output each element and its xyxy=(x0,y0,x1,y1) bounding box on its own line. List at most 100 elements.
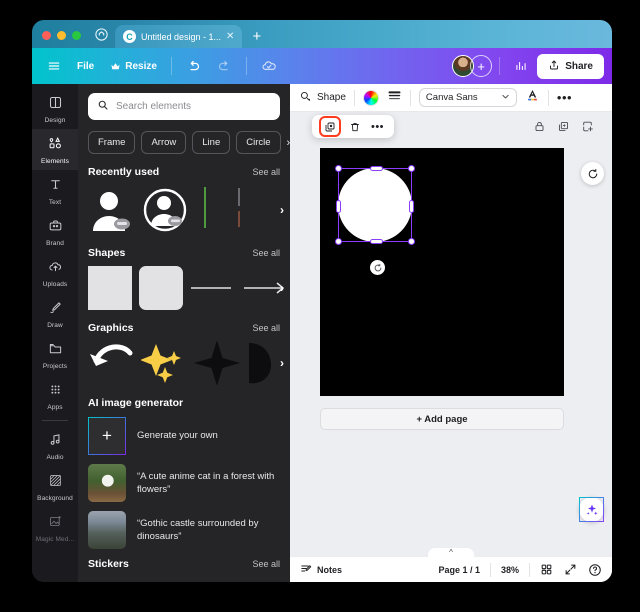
search-input[interactable]: Search elements xyxy=(88,93,280,120)
new-tab-button[interactable]: + xyxy=(242,28,271,48)
help-icon[interactable] xyxy=(588,563,602,577)
magic-sparkle-icon[interactable] xyxy=(579,497,604,522)
zoom-level[interactable]: 38% xyxy=(501,565,519,575)
ai-thumbnail-gothic-castle[interactable] xyxy=(88,511,126,549)
more-options-icon[interactable]: ••• xyxy=(368,117,387,136)
close-icon[interactable]: ✕ xyxy=(226,31,234,42)
chip-frame[interactable]: Frame xyxy=(88,131,136,154)
shape-icon xyxy=(299,90,312,106)
sidebar-item-draw[interactable]: Draw xyxy=(32,293,78,334)
sidebar-item-magic-media[interactable]: Magic Med... xyxy=(32,507,78,548)
resize-handle-bottom[interactable] xyxy=(370,239,383,244)
resize-handle-top-right[interactable] xyxy=(408,165,415,172)
close-window-button[interactable] xyxy=(42,31,51,40)
design-page[interactable] xyxy=(320,148,564,396)
shape-line[interactable] xyxy=(190,266,236,310)
shape-rounded-square[interactable] xyxy=(139,266,183,310)
text-color-A-icon[interactable] xyxy=(525,87,540,108)
trash-icon[interactable] xyxy=(345,117,364,136)
see-all-link[interactable]: See all xyxy=(252,559,280,569)
chevron-up-icon[interactable]: ^ xyxy=(428,548,474,559)
add-page-icon[interactable] xyxy=(581,120,594,138)
undo-icon[interactable] xyxy=(179,55,208,78)
resize-handle-top-left[interactable] xyxy=(335,165,342,172)
design-icon xyxy=(48,95,63,115)
panel-collapse-handle[interactable]: ‹ xyxy=(285,296,290,342)
ai-generate-your-own-row[interactable]: + Generate your own xyxy=(88,417,280,455)
see-all-link[interactable]: See all xyxy=(252,167,280,177)
resize-handle-right[interactable] xyxy=(409,200,414,213)
thumbnail-partial[interactable] xyxy=(221,185,243,235)
thumbnail-green-line[interactable] xyxy=(196,185,214,235)
resize-handle-left[interactable] xyxy=(336,200,341,213)
sidebar-item-text[interactable]: Text xyxy=(32,170,78,211)
resize-handle-top[interactable] xyxy=(370,166,383,171)
home-icon[interactable] xyxy=(91,24,111,44)
minimize-window-button[interactable] xyxy=(57,31,66,40)
sidebar-item-background[interactable]: Background xyxy=(32,466,78,507)
notes-button[interactable]: Notes xyxy=(300,563,342,577)
graphic-black-sparkle[interactable] xyxy=(194,340,240,386)
see-all-link[interactable]: See all xyxy=(252,323,280,333)
see-all-link[interactable]: See all xyxy=(252,248,280,258)
shape-button[interactable]: Shape xyxy=(299,90,346,106)
canva-header: File Resize + Share xyxy=(32,48,612,84)
sidebar-item-audio[interactable]: Audio xyxy=(32,425,78,466)
redo-icon[interactable] xyxy=(210,55,239,78)
resize-handle-bottom-left[interactable] xyxy=(335,238,342,245)
thumbnail-person-silhouette[interactable] xyxy=(88,188,135,233)
cloud-saved-icon[interactable] xyxy=(254,54,284,78)
plus-icon[interactable]: + xyxy=(88,417,126,455)
add-page-button[interactable]: + Add page xyxy=(320,408,564,430)
ai-prompt-row[interactable]: “Gothic castle surrounded by dinosaurs” xyxy=(88,511,280,549)
canvas-area: Shape Canva Sans ••• ••• + Add page ^ No… xyxy=(290,84,612,582)
chevron-right-icon[interactable]: › xyxy=(280,203,284,217)
sidebar-item-label: Design xyxy=(44,117,66,124)
rotate-icon[interactable] xyxy=(370,260,385,275)
color-wheel-icon[interactable] xyxy=(362,89,379,106)
hamburger-menu-icon[interactable] xyxy=(40,55,68,77)
page-action-icons xyxy=(533,120,594,138)
refresh-icon[interactable] xyxy=(581,162,604,185)
share-button[interactable]: Share xyxy=(537,53,604,79)
file-menu-button[interactable]: File xyxy=(70,57,101,76)
shape-square[interactable] xyxy=(88,266,132,310)
sidebar-item-design[interactable]: Design xyxy=(32,88,78,129)
chevron-right-icon[interactable]: › xyxy=(280,281,284,295)
chip-line[interactable]: Line xyxy=(192,131,231,154)
lock-icon[interactable] xyxy=(533,120,546,138)
object-toolbar: Shape Canva Sans ••• xyxy=(290,84,612,112)
maximize-window-button[interactable] xyxy=(72,31,81,40)
page-indicator[interactable]: Page 1 / 1 xyxy=(438,565,480,575)
chip-arrow[interactable]: Arrow xyxy=(141,131,187,154)
resize-button[interactable]: Resize xyxy=(103,57,164,76)
editor-stage[interactable]: ••• + Add page xyxy=(290,112,612,556)
chevron-down-icon xyxy=(501,92,510,104)
resize-handle-bottom-right[interactable] xyxy=(408,238,415,245)
thumbnail-person-circle[interactable] xyxy=(142,188,189,233)
sidebar-item-projects[interactable]: Projects xyxy=(32,334,78,375)
sidebar-item-brand[interactable]: Brand xyxy=(32,211,78,252)
add-collaborator-button[interactable]: + xyxy=(470,55,493,77)
sidebar-item-elements[interactable]: Elements xyxy=(32,129,78,170)
browser-window: C Untitled design - 1... ✕ + File Resize xyxy=(32,20,612,582)
ai-thumbnail-anime-cat[interactable] xyxy=(88,464,126,502)
chip-circle[interactable]: Circle xyxy=(236,131,281,154)
graphic-gold-sparkles[interactable] xyxy=(140,341,187,385)
duplicate-icon[interactable] xyxy=(319,116,341,137)
ai-prompt-label: “Gothic castle surrounded by dinosaurs” xyxy=(137,517,259,542)
font-family-select[interactable]: Canva Sans xyxy=(418,88,517,107)
graphic-curved-arrow[interactable] xyxy=(88,341,134,385)
grid-view-icon[interactable] xyxy=(540,563,553,576)
sidebar-item-uploads[interactable]: Uploads xyxy=(32,252,78,293)
expand-icon[interactable] xyxy=(564,563,577,576)
chevron-right-icon[interactable]: › xyxy=(280,356,284,370)
lines-icon[interactable] xyxy=(387,88,402,108)
bar-chart-icon[interactable] xyxy=(507,55,535,77)
search-icon xyxy=(97,98,109,116)
browser-tab[interactable]: C Untitled design - 1... ✕ xyxy=(115,25,243,48)
sidebar-item-apps[interactable]: Apps xyxy=(32,375,78,416)
duplicate-page-icon[interactable] xyxy=(557,120,570,138)
ai-prompt-row[interactable]: “A cute anime cat in a forest with flowe… xyxy=(88,464,280,502)
more-options-icon[interactable]: ••• xyxy=(557,90,572,105)
